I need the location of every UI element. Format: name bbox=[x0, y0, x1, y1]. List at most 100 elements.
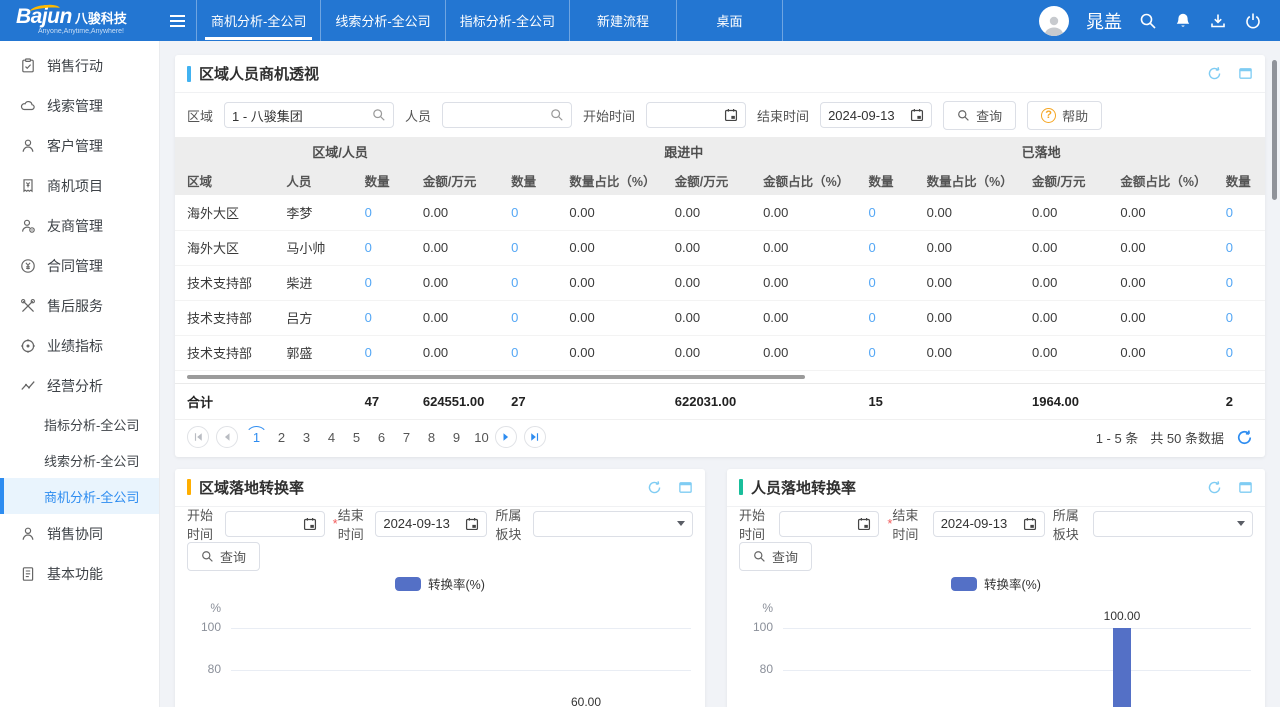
calendar-icon[interactable] bbox=[465, 517, 479, 531]
end-date-input[interactable] bbox=[941, 516, 1019, 531]
prev-page-button[interactable] bbox=[216, 426, 238, 448]
end-date-input[interactable] bbox=[828, 108, 906, 123]
calendar-icon[interactable] bbox=[1023, 517, 1037, 531]
start-date-field[interactable] bbox=[779, 511, 879, 537]
maximize-icon[interactable] bbox=[678, 480, 693, 495]
count-link[interactable]: 0 bbox=[365, 240, 372, 255]
maximize-icon[interactable] bbox=[1238, 66, 1253, 81]
sidebar-item-lead-management[interactable]: 线索管理 bbox=[0, 86, 159, 126]
count-link[interactable]: 0 bbox=[868, 345, 875, 360]
sidebar-item-sales-actions[interactable]: 销售行动 bbox=[0, 46, 159, 86]
chart-legend[interactable]: 转换率(%) bbox=[727, 573, 1265, 595]
count-link[interactable]: 0 bbox=[365, 275, 372, 290]
count-link[interactable]: 0 bbox=[511, 205, 518, 220]
end-date-field[interactable] bbox=[933, 511, 1045, 537]
sidebar-subitem-opportunity-analysis[interactable]: 商机分析-全公司 bbox=[0, 478, 159, 514]
count-link[interactable]: 0 bbox=[868, 275, 875, 290]
next-page-button[interactable] bbox=[495, 426, 517, 448]
page-button[interactable]: 8 bbox=[420, 426, 443, 449]
tab-desktop[interactable]: 桌面 bbox=[676, 0, 783, 41]
count-link[interactable]: 0 bbox=[511, 310, 518, 325]
region-input[interactable] bbox=[232, 108, 368, 123]
count-link[interactable]: 0 bbox=[1226, 275, 1233, 290]
start-date-input[interactable] bbox=[233, 516, 299, 531]
sidebar-item-contract-management[interactable]: 合同管理 bbox=[0, 246, 159, 286]
query-button[interactable]: 查询 bbox=[187, 542, 260, 571]
refresh-icon[interactable] bbox=[647, 480, 662, 495]
username[interactable]: 晁盖 bbox=[1086, 8, 1122, 34]
sidebar-item-sales-collaboration[interactable]: 销售协同 bbox=[0, 514, 159, 554]
end-date-field[interactable] bbox=[375, 511, 487, 537]
user-avatar[interactable] bbox=[1039, 6, 1069, 36]
sidebar-item-after-sales-service[interactable]: 售后服务 bbox=[0, 286, 159, 326]
tab-new-workflow[interactable]: 新建流程 bbox=[569, 0, 676, 41]
tab-indicator-analysis[interactable]: 指标分析-全公司 bbox=[445, 0, 569, 41]
refresh-icon[interactable] bbox=[1207, 480, 1222, 495]
calendar-icon[interactable] bbox=[910, 108, 924, 122]
block-select-value[interactable] bbox=[541, 516, 673, 531]
person-input[interactable] bbox=[450, 108, 546, 123]
page-button[interactable]: 10 bbox=[470, 426, 493, 449]
menu-toggle-icon[interactable] bbox=[158, 0, 196, 41]
app-logo[interactable]: Bajun 八骏科技 Anyone,Anytime,Anywhere! bbox=[0, 0, 158, 41]
count-link[interactable]: 0 bbox=[365, 205, 372, 220]
start-date-field[interactable] bbox=[646, 102, 746, 128]
chart-legend[interactable]: 转换率(%) bbox=[175, 573, 705, 595]
count-link[interactable]: 0 bbox=[868, 310, 875, 325]
sidebar-item-business-analysis[interactable]: 经营分析 bbox=[0, 366, 159, 406]
scrollbar-thumb[interactable] bbox=[187, 375, 805, 379]
page-button[interactable]: 4 bbox=[320, 426, 343, 449]
conversion-bar[interactable] bbox=[1113, 628, 1131, 707]
sidebar-item-customer-management[interactable]: 客户管理 bbox=[0, 126, 159, 166]
page-button[interactable]: 9 bbox=[445, 426, 468, 449]
search-icon[interactable] bbox=[1139, 12, 1157, 30]
count-link[interactable]: 0 bbox=[868, 205, 875, 220]
sidebar-item-partner-management[interactable]: 友商管理 bbox=[0, 206, 159, 246]
search-icon[interactable] bbox=[372, 108, 386, 122]
block-select[interactable] bbox=[533, 511, 693, 537]
count-link[interactable]: 0 bbox=[511, 275, 518, 290]
count-link[interactable]: 0 bbox=[365, 310, 372, 325]
count-link[interactable]: 0 bbox=[511, 240, 518, 255]
sidebar-item-basic-functions[interactable]: 基本功能 bbox=[0, 554, 159, 594]
region-search-field[interactable] bbox=[224, 102, 394, 128]
sidebar-item-performance-indicators[interactable]: 业绩指标 bbox=[0, 326, 159, 366]
calendar-icon[interactable] bbox=[857, 517, 871, 531]
page-button[interactable]: 6 bbox=[370, 426, 393, 449]
page-button[interactable]: 2 bbox=[270, 426, 293, 449]
page-button[interactable]: 3 bbox=[295, 426, 318, 449]
end-date-input[interactable] bbox=[383, 516, 461, 531]
refresh-icon[interactable] bbox=[1236, 429, 1253, 446]
start-date-field[interactable] bbox=[225, 511, 325, 537]
refresh-icon[interactable] bbox=[1207, 66, 1222, 81]
page-button[interactable]: 5 bbox=[345, 426, 368, 449]
query-button[interactable]: 查询 bbox=[943, 101, 1016, 130]
block-select-value[interactable] bbox=[1101, 516, 1233, 531]
first-page-button[interactable] bbox=[187, 426, 209, 448]
start-date-input[interactable] bbox=[787, 516, 853, 531]
calendar-icon[interactable] bbox=[303, 517, 317, 531]
last-page-button[interactable] bbox=[524, 426, 546, 448]
count-link[interactable]: 0 bbox=[511, 345, 518, 360]
count-link[interactable]: 0 bbox=[1226, 345, 1233, 360]
count-link[interactable]: 0 bbox=[868, 240, 875, 255]
tab-opportunity-analysis[interactable]: 商机分析-全公司 bbox=[196, 0, 320, 41]
page-scrollbar[interactable] bbox=[1272, 60, 1277, 200]
help-button[interactable]: ? 帮助 bbox=[1027, 101, 1102, 130]
sidebar-subitem-indicator-analysis[interactable]: 指标分析-全公司 bbox=[0, 406, 159, 442]
power-icon[interactable] bbox=[1244, 12, 1262, 30]
page-button[interactable]: 7 bbox=[395, 426, 418, 449]
page-button[interactable]: 1 bbox=[245, 426, 268, 449]
notification-bell-icon[interactable] bbox=[1174, 12, 1192, 30]
maximize-icon[interactable] bbox=[1238, 480, 1253, 495]
download-icon[interactable] bbox=[1209, 12, 1227, 30]
person-search-field[interactable] bbox=[442, 102, 572, 128]
sidebar-subitem-lead-analysis[interactable]: 线索分析-全公司 bbox=[0, 442, 159, 478]
calendar-icon[interactable] bbox=[724, 108, 738, 122]
count-link[interactable]: 0 bbox=[1226, 205, 1233, 220]
sidebar-item-opportunity-projects[interactable]: 商机项目 bbox=[0, 166, 159, 206]
count-link[interactable]: 0 bbox=[365, 345, 372, 360]
block-select[interactable] bbox=[1093, 511, 1253, 537]
tab-lead-analysis[interactable]: 线索分析-全公司 bbox=[320, 0, 444, 41]
query-button[interactable]: 查询 bbox=[739, 542, 812, 571]
